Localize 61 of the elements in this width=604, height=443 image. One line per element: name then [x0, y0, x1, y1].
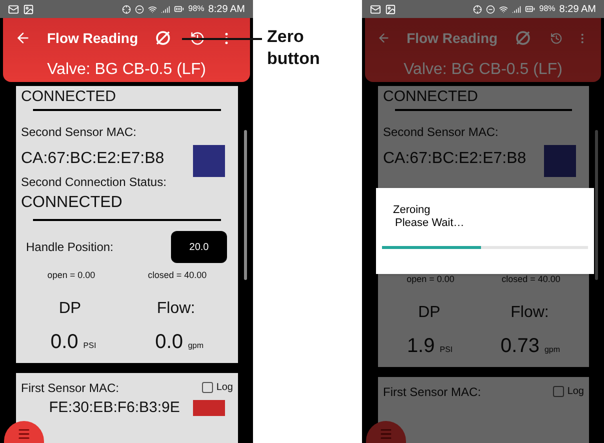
flow-unit: gpm — [188, 340, 204, 352]
open-value: open = 0.00 — [47, 269, 96, 282]
log-label: Log — [567, 385, 584, 399]
battery-icon — [174, 4, 184, 14]
dp-label: DP — [418, 302, 440, 322]
battery-percent: 98% — [539, 3, 556, 15]
dialog-title: Zeroing — [393, 204, 430, 217]
location-icon — [122, 4, 132, 14]
first-mac-address: FE:30:EB:F6:B3:9E — [49, 398, 180, 416]
handle-position-button[interactable]: 20.0 — [171, 231, 227, 263]
dp-unit: PSI — [440, 344, 453, 356]
battery-percent: 98% — [188, 3, 204, 15]
connection-status: CONNECTED — [21, 88, 118, 106]
clock-time: 8:29 AM — [559, 2, 596, 16]
second-connection-status: CONNECTED — [21, 193, 124, 213]
screen-title: Flow Reading — [47, 28, 138, 48]
log-checkbox[interactable] — [553, 386, 564, 397]
dp-value: 1.9 — [406, 334, 435, 358]
second-mac-address: CA:67:BC:E2:E7:B8 — [383, 149, 526, 169]
log-checkbox[interactable] — [202, 382, 214, 393]
valve-subtitle: Valve: BG CB-0.5 (LF) — [402, 60, 564, 80]
valve-subtitle: Valve: BG CB-0.5 (LF) — [46, 60, 207, 80]
second-mac-address: CA:67:BC:E2:E7:B8 — [21, 149, 164, 169]
signal-icon — [161, 4, 170, 14]
mail-icon — [8, 4, 19, 14]
zero-icon[interactable] — [154, 29, 172, 47]
log-label: Log — [216, 381, 233, 395]
annotation-label: Zero button — [267, 26, 321, 70]
flow-label: Flow: — [156, 298, 196, 318]
dialog-message: Please Wait… — [395, 217, 464, 230]
closed-value: closed = 40.00 — [148, 269, 207, 282]
zero-icon[interactable] — [514, 29, 532, 47]
first-mac-label: First Sensor MAC: — [383, 384, 482, 400]
image-icon — [385, 4, 396, 14]
screen-title: Flow Reading — [406, 28, 498, 48]
minus-circle-icon — [135, 4, 144, 14]
flow-unit: gpm — [544, 344, 560, 356]
dp-value: 0.0 — [50, 330, 78, 354]
wifi-icon — [148, 4, 158, 14]
dp-label: DP — [58, 298, 82, 318]
flow-value: 0.0 — [155, 330, 183, 354]
location-icon — [473, 4, 482, 14]
flow-value: 0.73 — [500, 334, 540, 358]
wifi-icon — [499, 4, 508, 14]
closed-value: closed = 40.00 — [502, 273, 560, 286]
handle-position-label: Handle Position: — [26, 239, 114, 256]
clock-time: 8:29 AM — [208, 2, 245, 16]
battery-icon — [525, 4, 536, 14]
minus-circle-icon — [486, 4, 496, 14]
flow-label: Flow: — [510, 302, 549, 322]
open-value: open = 0.00 — [406, 273, 454, 286]
first-mac-label: First Sensor MAC: — [21, 380, 120, 396]
back-icon[interactable] — [15, 30, 31, 46]
connection-status: CONNECTED — [383, 88, 480, 106]
dp-unit: PSI — [83, 340, 96, 352]
second-status-label: Second Connection Status: — [21, 174, 168, 191]
second-mac-label: Second Sensor MAC: — [383, 124, 500, 141]
second-mac-label: Second Sensor MAC: — [21, 124, 138, 141]
mail-icon — [370, 4, 381, 14]
image-icon — [23, 4, 34, 14]
signal-icon — [512, 4, 522, 14]
